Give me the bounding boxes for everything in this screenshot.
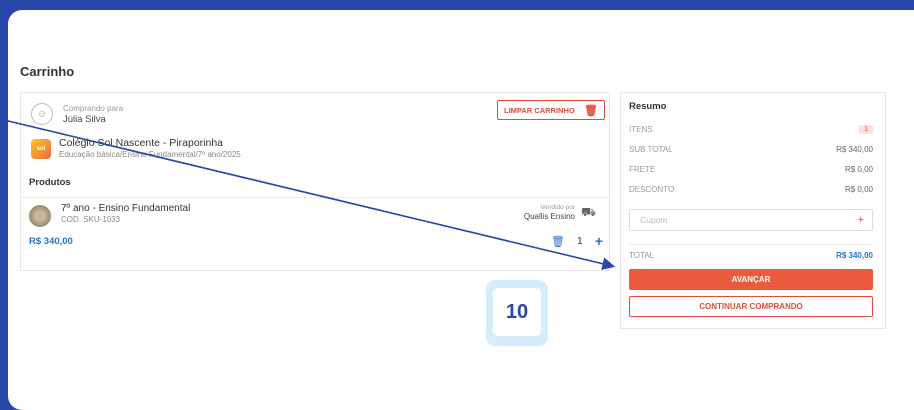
items-count-badge: 1 — [859, 125, 873, 134]
coupon-input[interactable] — [638, 214, 822, 226]
summary-freight-row: FRETE R$ 0,00 — [629, 165, 873, 174]
apply-coupon-plus-icon[interactable]: + — [858, 214, 864, 226]
step-badge: 10 — [486, 280, 548, 346]
seller-name: Quallis Ensino — [523, 212, 575, 221]
product-code: COD. SKU-1033 — [61, 215, 121, 224]
total-value: R$ 340,00 — [836, 251, 873, 260]
products-section-title: Produtos — [29, 177, 71, 188]
school-name: Colégio Sol Nascente - Piraporinha — [59, 137, 224, 149]
summary-total-row: TOTAL R$ 340,00 — [629, 251, 873, 260]
school-row: sol Colégio Sol Nascente - Piraporinha E… — [31, 135, 241, 163]
school-logo: sol — [31, 139, 51, 159]
order-summary-panel: Resumo ITENS 1 SUB TOTAL R$ 340,00 FRETE… — [620, 92, 886, 329]
subtotal-value: R$ 340,00 — [836, 145, 873, 154]
product-item: 7º ano - Ensino Fundamental COD. SKU-103… — [29, 203, 603, 265]
seller-info: Vendido por Quallis Ensino — [521, 203, 575, 221]
product-name: 7º ano - Ensino Fundamental — [61, 203, 191, 214]
freight-label: FRETE — [629, 165, 656, 174]
clear-cart-button[interactable]: LIMPAR CARRINHO 🗑 — [497, 100, 605, 120]
advance-button[interactable]: AVANÇAR — [629, 269, 873, 290]
buyer-info: Comprando para Júlia Silva — [63, 103, 123, 125]
continue-shopping-button[interactable]: CONTINUAR COMPRANDO — [629, 296, 873, 317]
buyer-label: Comprando para — [63, 104, 124, 113]
summary-subtotal-row: SUB TOTAL R$ 340,00 — [629, 145, 873, 154]
user-circle-icon: ☺ — [31, 103, 53, 125]
discount-label: DESCONTO — [629, 185, 675, 194]
increase-quantity-plus-icon[interactable]: + — [595, 233, 603, 249]
total-label: TOTAL — [629, 251, 655, 260]
summary-discount-row: DESCONTO R$ 0,00 — [629, 185, 873, 194]
clear-cart-label: LIMPAR CARRINHO — [504, 105, 575, 115]
trash-icon: 🗑 — [584, 104, 598, 117]
buyer-row: ☺ Comprando para Júlia Silva — [31, 101, 123, 127]
school-info: Colégio Sol Nascente - Piraporinha Educa… — [59, 137, 241, 161]
freight-value: R$ 0,00 — [844, 165, 873, 174]
summary-items-row: ITENS 1 — [629, 125, 873, 134]
quantity-stepper: 🗑 1 + — [551, 231, 603, 251]
coupon-field: + — [629, 209, 873, 231]
summary-divider — [629, 244, 873, 245]
product-price: R$ 340,00 — [29, 236, 73, 247]
subtotal-label: SUB TOTAL — [629, 145, 673, 154]
seller-label: Vendido por — [540, 204, 575, 211]
page-title: Carrinho — [20, 64, 75, 79]
summary-title: Resumo — [629, 101, 667, 112]
discount-value: R$ 0,00 — [844, 185, 873, 194]
truck-icon: ⛟ — [581, 205, 597, 219]
divider — [21, 197, 609, 198]
buyer-name: Júlia Silva — [63, 114, 106, 125]
items-label: ITENS — [629, 125, 653, 134]
step-number: 10 — [493, 288, 541, 336]
quantity-value: 1 — [577, 235, 583, 247]
product-thumbnail — [29, 205, 51, 227]
remove-item-trash-icon[interactable]: 🗑 — [551, 235, 565, 248]
cart-panel: ☺ Comprando para Júlia Silva LIMPAR CARR… — [20, 92, 610, 271]
school-subtitle: Educação básica/Ensino Fundamental/7º an… — [59, 150, 241, 159]
